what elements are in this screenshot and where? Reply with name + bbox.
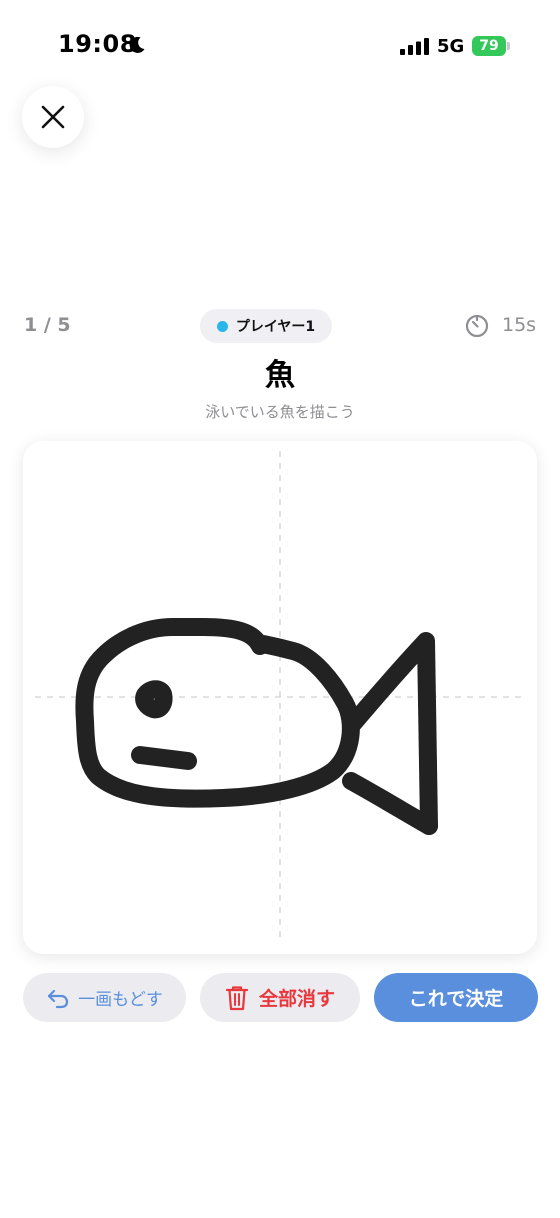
undo-label: 一画もどす bbox=[78, 990, 163, 1010]
signal-icon bbox=[400, 38, 429, 55]
confirm-button[interactable]: これで決定 bbox=[374, 973, 538, 1022]
confirm-label: これで決定 bbox=[408, 988, 504, 1010]
canvas-drawing bbox=[35, 451, 525, 941]
close-icon bbox=[41, 105, 65, 129]
player-color-dot bbox=[216, 320, 228, 332]
prompt-word: 魚 bbox=[265, 358, 295, 393]
timer-icon bbox=[465, 314, 489, 338]
status-bar: 19:08 5G 79 bbox=[0, 0, 560, 92]
clear-all-button[interactable]: 全部消す bbox=[200, 973, 360, 1022]
prompt-hint: 泳いでいる魚を描こう bbox=[205, 403, 355, 421]
battery-nub bbox=[507, 42, 510, 50]
battery-level: 79 bbox=[479, 38, 499, 54]
trash-icon bbox=[225, 985, 249, 1010]
moon-icon bbox=[129, 36, 145, 53]
close-button[interactable] bbox=[22, 86, 84, 148]
drawing-canvas[interactable] bbox=[23, 441, 537, 954]
undo-button[interactable]: 一画もどす bbox=[23, 973, 186, 1022]
network-label: 5G bbox=[437, 36, 465, 57]
drawing-screen: 19:08 5G 79 1 / 5 プレイヤー1 15s 魚 泳いでいる魚を描こ… bbox=[0, 0, 560, 1218]
round-progress: 1 / 5 bbox=[24, 314, 71, 336]
player-name: プレイヤー1 bbox=[235, 319, 316, 335]
timer-text: 15s bbox=[502, 314, 537, 336]
battery-icon: 79 bbox=[472, 36, 506, 56]
undo-icon bbox=[48, 989, 69, 1008]
status-time: 19:08 bbox=[58, 30, 137, 58]
clear-all-label: 全部消す bbox=[258, 988, 335, 1010]
fish-drawing bbox=[75, 618, 438, 835]
player-badge: プレイヤー1 bbox=[200, 309, 332, 343]
